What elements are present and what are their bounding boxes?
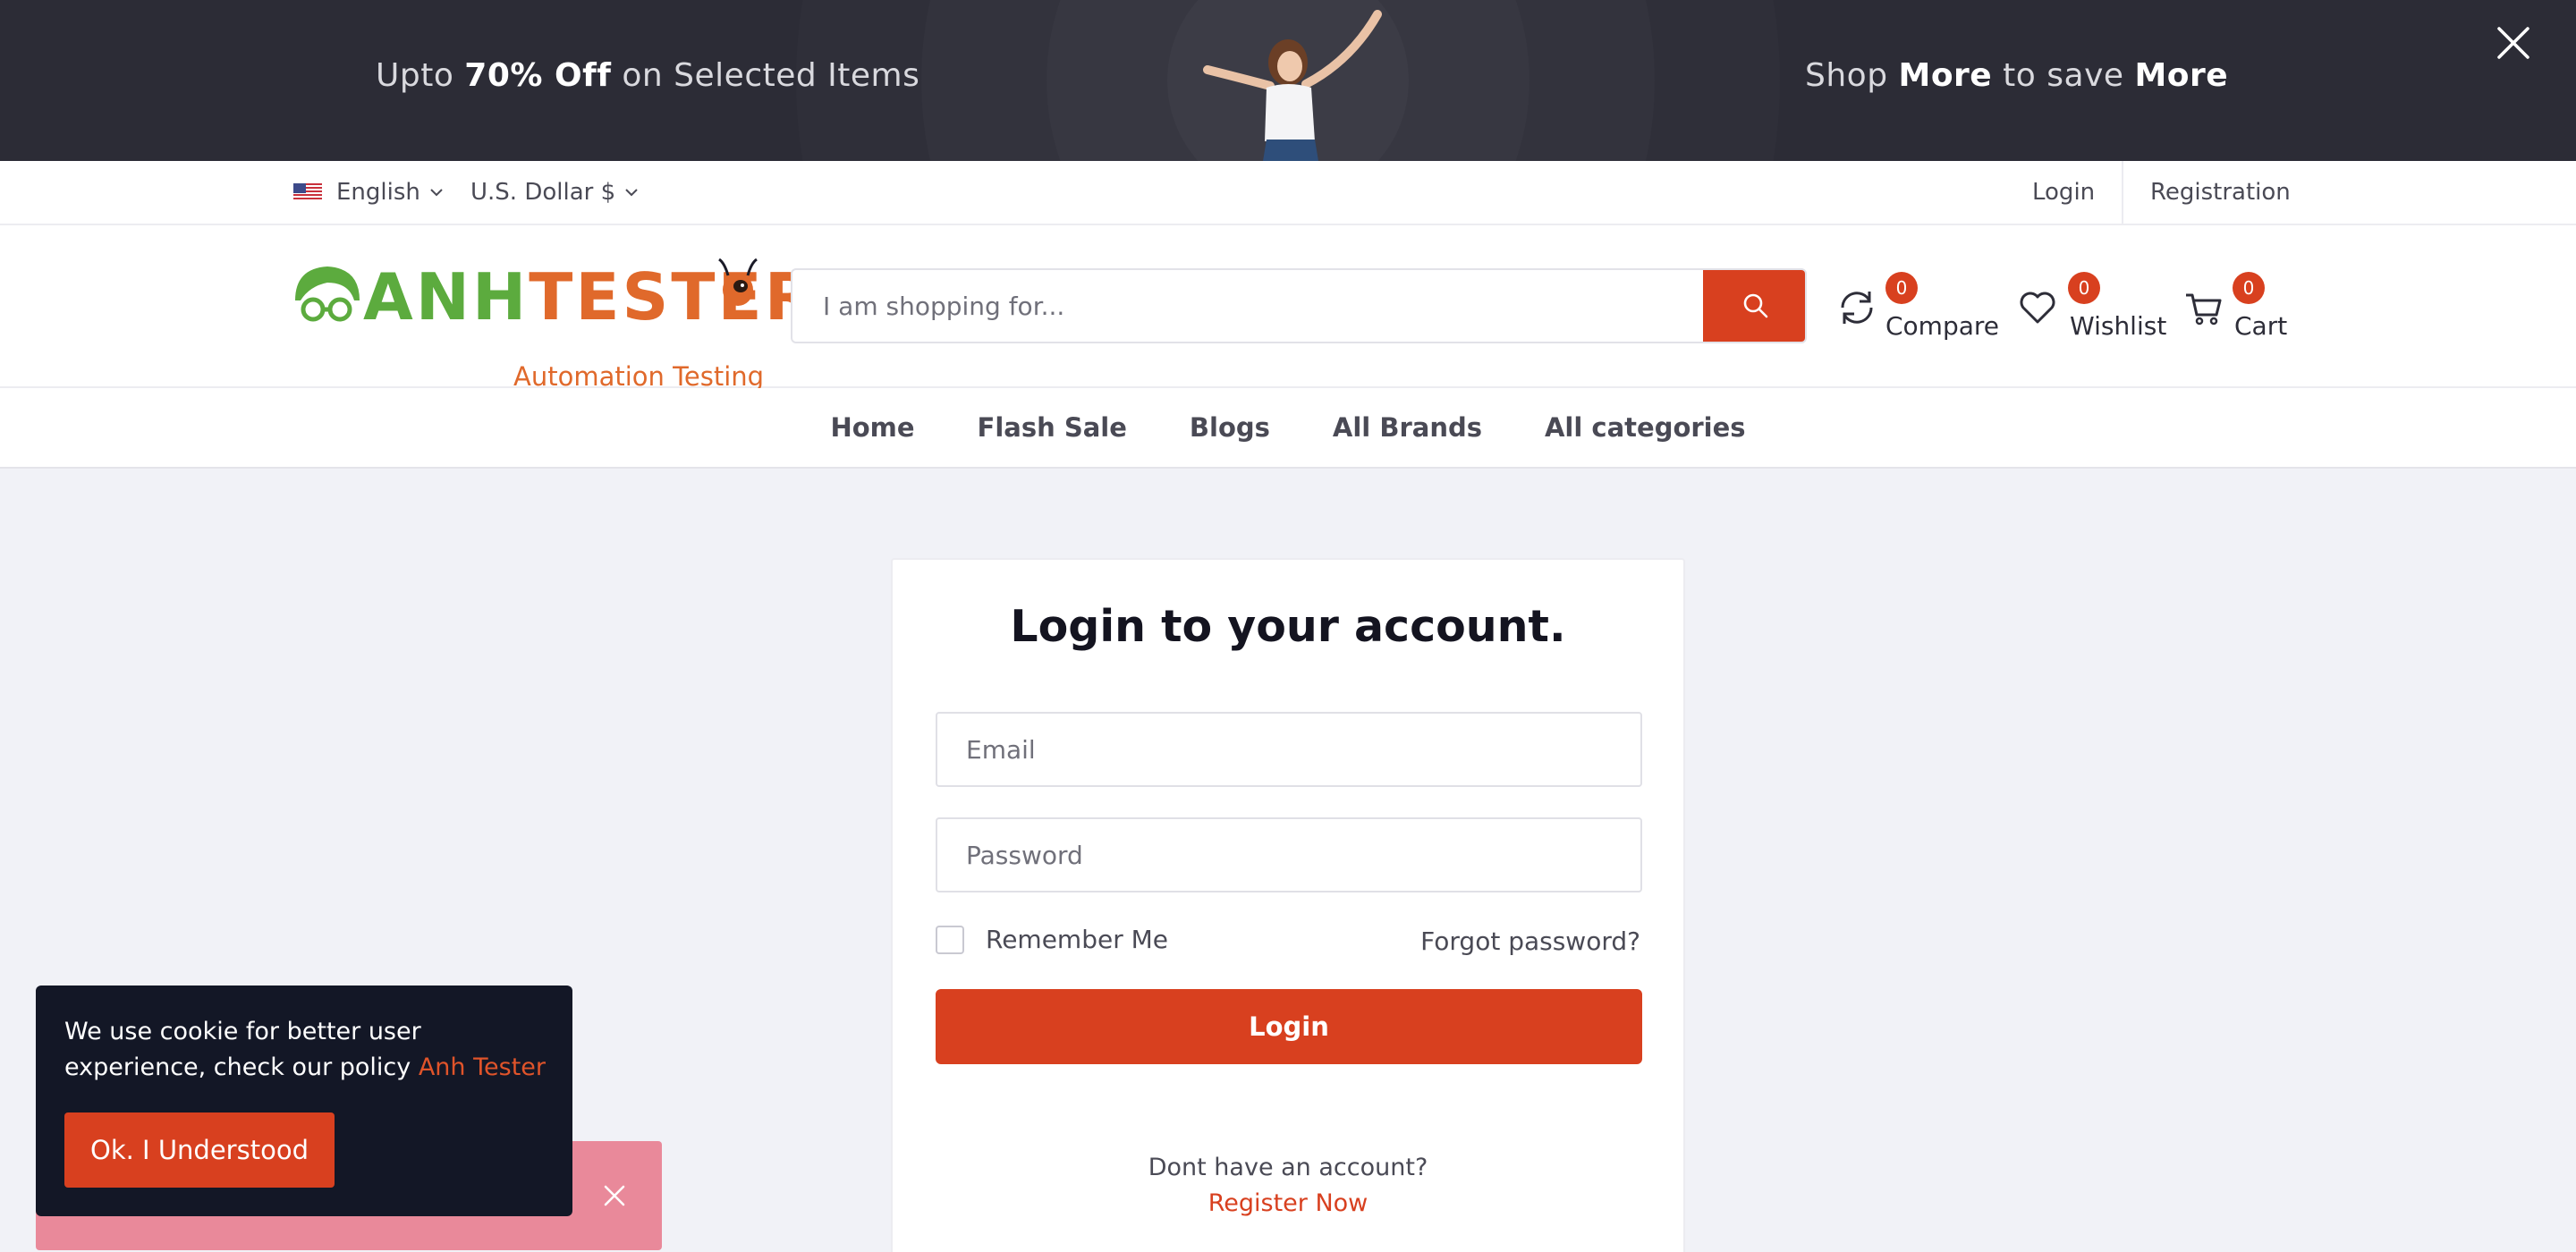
- promo-right-text: Shop More to save More: [1805, 57, 2229, 94]
- cart-count-badge: 0: [2233, 272, 2265, 304]
- register-now-link[interactable]: Register Now: [893, 1189, 1683, 1217]
- us-flag-icon: [293, 183, 322, 201]
- password-field[interactable]: [936, 817, 1642, 892]
- no-account-text: Dont have an account?: [1148, 1154, 1428, 1181]
- close-icon[interactable]: [601, 1182, 628, 1209]
- search-input[interactable]: [792, 270, 1701, 342]
- close-icon[interactable]: [2496, 25, 2531, 61]
- nav-item-flash-sale[interactable]: Flash Sale: [978, 412, 1127, 443]
- login-title: Login to your account.: [1010, 601, 1566, 652]
- logo-mascot-icon: [295, 266, 360, 322]
- top-login-link[interactable]: Login: [2032, 179, 2095, 206]
- divider: [2122, 161, 2123, 225]
- compare-button[interactable]: 0 Compare: [1835, 272, 1999, 351]
- login-card: Login to your account. Remember Me Forgo…: [891, 558, 1685, 1252]
- promo-banner[interactable]: Upto 70% Off on Selected Items Shop More…: [0, 0, 2576, 161]
- heart-icon: [2020, 292, 2055, 324]
- cookie-accept-button[interactable]: Ok. I Understood: [64, 1112, 335, 1188]
- promo-woman-image: [1203, 10, 1382, 161]
- nav-item-all-brands[interactable]: All Brands: [1333, 412, 1482, 443]
- wishlist-label: Wishlist: [2070, 311, 2167, 341]
- cookie-text: We use cookie for better user experience…: [64, 1018, 546, 1081]
- wishlist-button[interactable]: 0 Wishlist: [2016, 272, 2166, 351]
- remember-me-label: Remember Me: [986, 925, 1168, 954]
- nav-item-home[interactable]: Home: [830, 412, 914, 443]
- language-label: English: [336, 179, 420, 206]
- email-field[interactable]: [936, 712, 1642, 787]
- checkbox-box[interactable]: [936, 925, 964, 954]
- compare-count-badge: 0: [1885, 272, 1918, 304]
- forgot-password-link[interactable]: Forgot password?: [1420, 926, 1640, 956]
- cookie-policy-link[interactable]: Anh Tester: [419, 1053, 546, 1081]
- refresh-compare-icon: [1841, 292, 1873, 324]
- cart-icon: [2186, 293, 2222, 326]
- site-logo[interactable]: ANHTESTER Automation Testing: [292, 256, 814, 392]
- cart-label: Cart: [2234, 311, 2288, 341]
- currency-label: U.S. Dollar $: [470, 179, 616, 206]
- search-icon: [1743, 293, 1768, 318]
- registration-link[interactable]: Registration: [2150, 179, 2291, 206]
- bug-icon: [718, 258, 758, 306]
- currency-selector[interactable]: U.S. Dollar $: [470, 179, 639, 206]
- nav-item-all-categories[interactable]: All categories: [1545, 412, 1746, 443]
- login-button[interactable]: Login: [936, 989, 1642, 1064]
- cart-button[interactable]: 0 Cart: [2182, 272, 2287, 351]
- search-bar: [791, 268, 1807, 343]
- language-selector[interactable]: English: [293, 179, 444, 206]
- logo-tagline: Automation Testing: [513, 361, 765, 392]
- wishlist-count-badge: 0: [2068, 272, 2100, 304]
- compare-label: Compare: [1885, 311, 2000, 341]
- chevron-down-icon: [625, 189, 638, 197]
- search-button[interactable]: [1703, 270, 1805, 342]
- remember-me-checkbox[interactable]: Remember Me: [936, 925, 1168, 954]
- site-header: ANHTESTER Automation Testing 0 Compare: [0, 225, 2576, 392]
- promo-left-text: Upto 70% Off on Selected Items: [376, 57, 920, 94]
- cookie-consent: We use cookie for better user experience…: [36, 986, 572, 1216]
- main-nav: Home Flash Sale Blogs All Brands All cat…: [0, 388, 2576, 469]
- chevron-down-icon: [430, 189, 443, 197]
- top-bar: English U.S. Dollar $ Login Registration: [0, 161, 2576, 225]
- nav-item-blogs[interactable]: Blogs: [1190, 412, 1270, 443]
